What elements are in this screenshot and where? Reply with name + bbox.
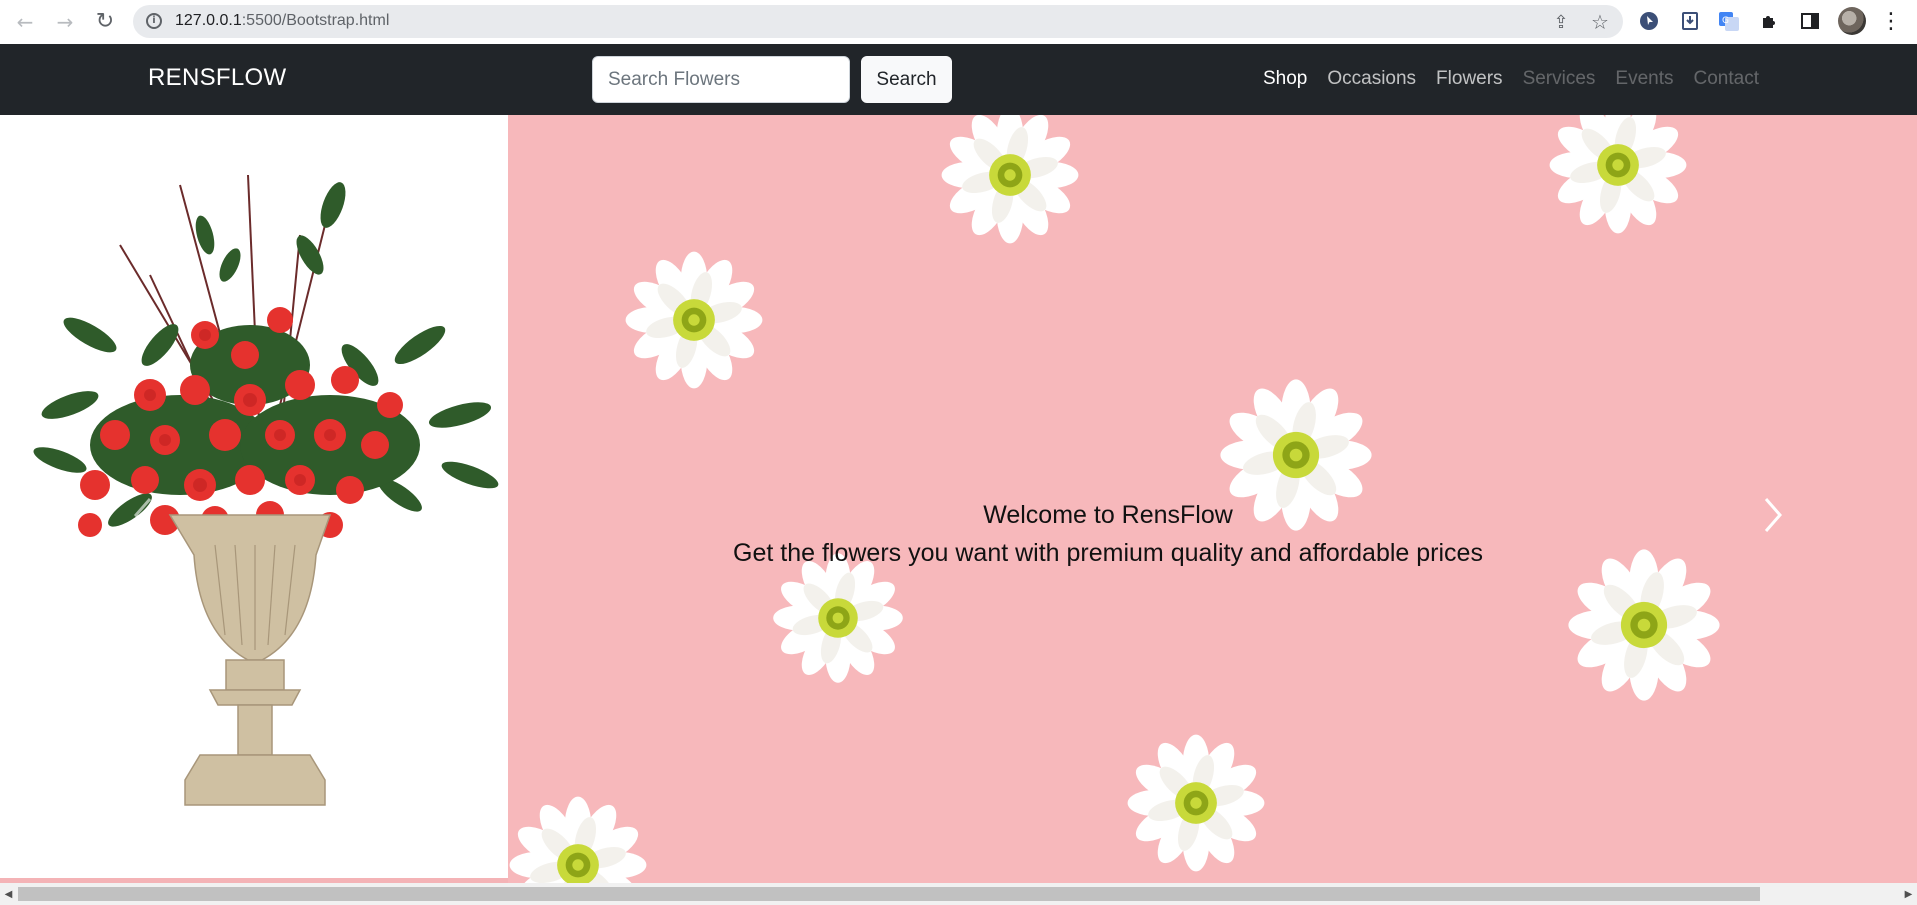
url-text[interactable]: 127.0.0.1:5500/Bootstrap.html <box>175 12 389 30</box>
share-icon[interactable]: ⇪ <box>1549 10 1573 34</box>
caption-title: Welcome to RensFlow <box>983 501 1233 529</box>
bookmark-star-icon[interactable]: ☆ <box>1588 10 1612 34</box>
nav-link-events[interactable]: Events <box>1615 68 1673 90</box>
search-button[interactable]: Search <box>861 56 952 103</box>
url-path: :5500/Bootstrap.html <box>241 12 390 29</box>
scroll-right-arrow-icon[interactable]: ▶ <box>1900 883 1917 905</box>
translate-extension-icon[interactable]: G <box>1718 10 1740 32</box>
caption-text: Get the flowers you want with premium qu… <box>733 539 1483 567</box>
profile-avatar[interactable] <box>1838 7 1866 35</box>
horizontal-scrollbar[interactable]: ◀ ▶ <box>0 883 1917 905</box>
nav-link-occasions[interactable]: Occasions <box>1327 68 1416 90</box>
site-navbar: RENSFLOW Search Shop Occasions Flowers S… <box>0 44 1917 115</box>
browser-toolbar: ← → ↻ i 127.0.0.1:5500/Bootstrap.html ⇪ … <box>0 0 1917 44</box>
cursor-extension-icon[interactable] <box>1638 10 1660 32</box>
daisy-background-image <box>508 115 1917 883</box>
flower-vase-image <box>0 115 508 883</box>
scroll-left-arrow-icon[interactable]: ◀ <box>0 883 17 905</box>
address-bar[interactable]: i 127.0.0.1:5500/Bootstrap.html ⇪ ☆ <box>133 5 1623 38</box>
nav-link-contact[interactable]: Contact <box>1694 68 1759 90</box>
browser-menu-icon[interactable]: ⋮ <box>1878 9 1904 35</box>
chevron-right-icon <box>1764 498 1782 532</box>
nav-link-flowers[interactable]: Flowers <box>1436 68 1503 90</box>
carousel-next-button[interactable] <box>1744 465 1804 565</box>
nav-link-services[interactable]: Services <box>1523 68 1596 90</box>
search-input[interactable] <box>592 56 850 103</box>
forward-icon[interactable]: → <box>52 9 78 35</box>
carousel-prev-button[interactable] <box>112 465 172 565</box>
svg-text:G: G <box>1722 16 1729 26</box>
nav-link-shop[interactable]: Shop <box>1263 68 1307 90</box>
back-icon[interactable]: ← <box>12 9 38 35</box>
side-panel-icon[interactable] <box>1799 10 1821 32</box>
hero-carousel: Welcome to RensFlow Get the flowers you … <box>0 115 1917 883</box>
brand-logo[interactable]: RENSFLOW <box>148 64 286 92</box>
reload-icon[interactable]: ↻ <box>92 9 118 35</box>
url-host: 127.0.0.1 <box>175 12 242 29</box>
nav-links: Shop Occasions Flowers Services Events C… <box>1263 68 1759 90</box>
extensions-puzzle-icon[interactable] <box>1758 10 1780 32</box>
chevron-left-icon <box>134 498 152 532</box>
scrollbar-thumb[interactable] <box>18 887 1760 901</box>
save-extension-icon[interactable] <box>1679 10 1701 32</box>
site-info-icon[interactable]: i <box>146 13 162 29</box>
